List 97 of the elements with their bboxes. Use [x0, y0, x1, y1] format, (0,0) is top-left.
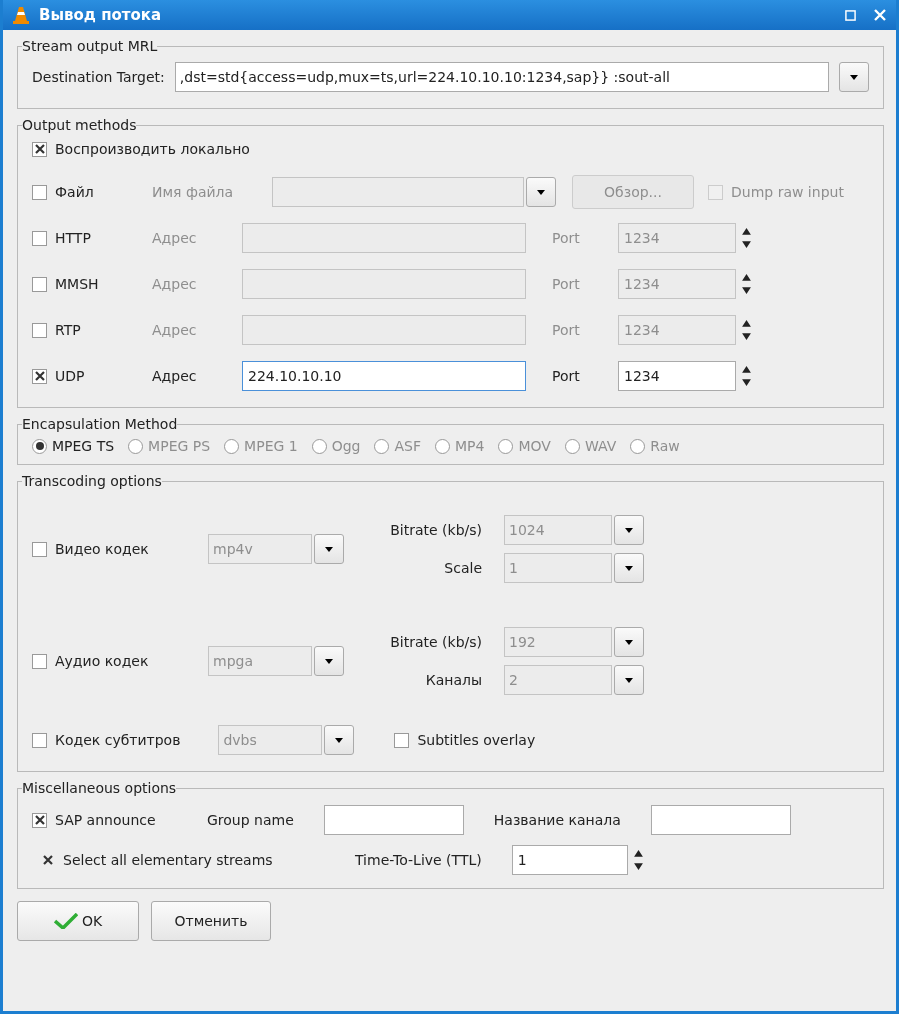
spin-arrows-icon[interactable]: [633, 849, 643, 871]
dropdown-button[interactable]: [614, 627, 644, 657]
address-field[interactable]: [242, 269, 526, 299]
parameter-field[interactable]: 1024: [504, 515, 612, 545]
checkbox-label: UDP: [55, 368, 85, 384]
radio-button[interactable]: [32, 438, 47, 454]
caret-icon: [537, 189, 545, 195]
field-label: Group name: [207, 812, 294, 828]
checkbox-label: Видео кодек: [55, 541, 149, 557]
checkbox[interactable]: [32, 541, 47, 557]
caret-icon: [850, 74, 858, 80]
radio-label: Raw: [650, 438, 680, 454]
field-label: Bitrate (kb/s): [389, 522, 483, 538]
caret-icon: [625, 639, 633, 645]
radio-label: MOV: [518, 438, 551, 454]
checkbox-label: Subtitles overlay: [417, 732, 536, 748]
radio-label: MP4: [455, 438, 485, 454]
radio-label: ASF: [394, 438, 421, 454]
group-title: Transcoding options: [22, 473, 162, 489]
traffic-cone-icon: [13, 6, 29, 24]
ttl-field[interactable]: 1: [511, 845, 628, 875]
parameter-field[interactable]: 2: [504, 665, 612, 695]
field-label: Bitrate (kb/s): [389, 634, 483, 650]
checkmark-icon: [53, 913, 78, 929]
caret-icon: [325, 546, 333, 552]
checkbox[interactable]: [32, 653, 47, 669]
address-field[interactable]: [242, 315, 526, 345]
spin-arrows-icon[interactable]: [742, 227, 751, 249]
field-label: Название канала: [493, 812, 621, 828]
dropdown-button[interactable]: [324, 725, 355, 755]
destination-field[interactable]: ,dst=std{access=udp,mux=ts,url=224.10.10.10:1234,sap}} :sout-all: [174, 62, 829, 92]
spin-arrows-icon[interactable]: [742, 365, 751, 387]
spin-arrows-icon[interactable]: [742, 319, 751, 341]
group-name-field[interactable]: [323, 805, 464, 835]
spin-arrows-icon[interactable]: [742, 273, 751, 295]
field-label: Time-To-Live (TTL): [355, 852, 482, 868]
radio-label: Ogg: [331, 438, 361, 454]
codec-field[interactable]: mpga: [208, 646, 312, 676]
radio-label: WAV: [584, 438, 617, 454]
parameter-field[interactable]: 1: [504, 553, 612, 583]
field-label: Port: [551, 230, 581, 246]
field-label: Port: [551, 368, 581, 384]
dropdown-button[interactable]: [614, 553, 644, 583]
group-title: Encapsulation Method: [22, 416, 178, 432]
window-title: Вывод потока: [39, 6, 162, 24]
field-label: Адрес: [152, 368, 198, 384]
field-label: Адрес: [152, 276, 198, 292]
checkbox[interactable]: [32, 141, 47, 157]
checkbox-label: Воспроизводить локально: [55, 141, 250, 157]
field-label: Port: [551, 276, 581, 292]
group-title: Stream output MRL: [22, 38, 158, 54]
field-label: Port: [551, 322, 581, 338]
checkbox-label: Файл: [55, 184, 94, 200]
dropdown-button[interactable]: [314, 534, 344, 564]
channel-name-field[interactable]: [650, 805, 791, 835]
dropdown-button[interactable]: [526, 177, 556, 207]
checkbox-label: Кодек субтитров: [55, 732, 181, 748]
caret-icon: [625, 565, 633, 571]
ok-button[interactable]: OK: [17, 901, 139, 941]
field-label: Scale: [443, 560, 483, 576]
group-title: Output methods: [22, 117, 137, 133]
checkbox-label: Аудио кодек: [55, 653, 149, 669]
radio-label: MPEG 1: [244, 438, 298, 454]
address-field[interactable]: [242, 223, 526, 253]
caret-icon: [625, 677, 633, 683]
codec-field[interactable]: mp4v: [208, 534, 312, 564]
checkbox-label: Dump raw input: [731, 184, 844, 200]
checkbox[interactable]: [32, 732, 47, 748]
dropdown-button[interactable]: [314, 646, 344, 676]
caret-icon: [325, 658, 333, 664]
field-label: Имя файла: [152, 184, 235, 200]
checkbox[interactable]: [32, 368, 47, 384]
parameter-field[interactable]: 192: [504, 627, 612, 657]
checkbox-label: SAP announce: [55, 812, 157, 828]
address-field[interactable]: 224.10.10.10: [242, 361, 526, 391]
checkbox[interactable]: [394, 732, 410, 748]
checkbox[interactable]: [32, 812, 47, 828]
filename-field[interactable]: [272, 177, 524, 207]
group-title: Miscellaneous options: [22, 780, 177, 796]
checkbox-label: MMSH: [55, 276, 99, 292]
checkbox-label: HTTP: [55, 230, 91, 246]
caret-icon: [625, 527, 633, 533]
field-label: Destination Target:: [32, 69, 165, 85]
dropdown-button[interactable]: [614, 515, 644, 545]
dropdown-button[interactable]: [839, 62, 869, 92]
checkbox-label: RTP: [55, 322, 81, 338]
radio-label: MPEG PS: [148, 438, 211, 454]
port-field[interactable]: 1234: [618, 361, 736, 391]
field-label: Адрес: [152, 230, 198, 246]
checkbox-label: Select all elementary streams: [63, 852, 274, 868]
field-label: Адрес: [152, 322, 198, 338]
codec-field[interactable]: dvbs: [218, 725, 323, 755]
field-label: Каналы: [424, 672, 483, 688]
dropdown-button[interactable]: [614, 665, 644, 695]
caret-icon: [335, 737, 344, 743]
cancel-button[interactable]: Отменить: [151, 901, 271, 941]
radio-label: MPEG TS: [52, 438, 115, 454]
